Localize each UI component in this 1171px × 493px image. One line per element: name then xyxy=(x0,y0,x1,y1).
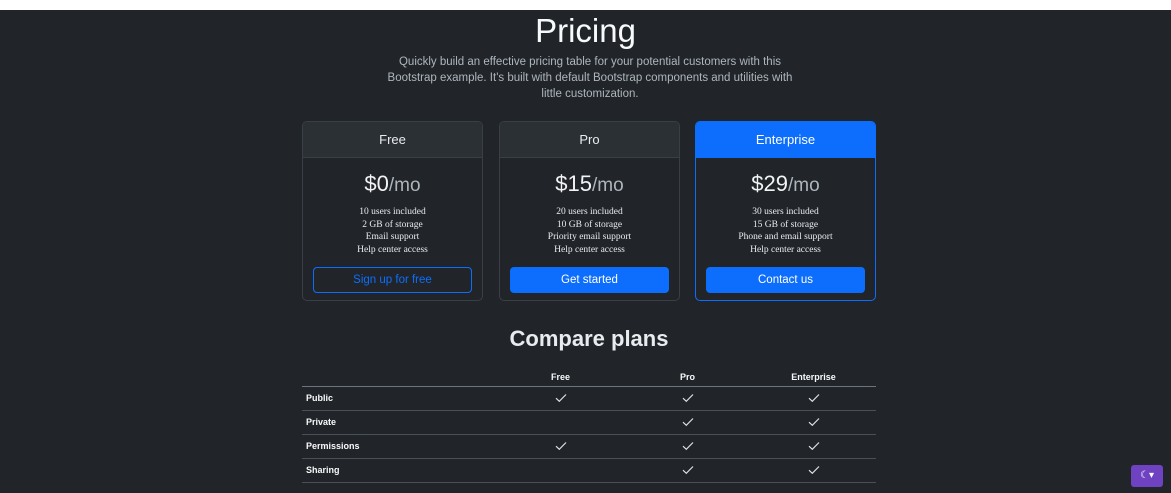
column-header xyxy=(302,368,497,387)
feature-item: Priority email support xyxy=(547,232,632,242)
sign-up-button[interactable]: Sign up for free xyxy=(313,267,472,293)
cell-free xyxy=(497,386,624,411)
cell-pro xyxy=(624,458,751,483)
pricing-page: Pricing Quickly build an effective prici… xyxy=(0,0,1171,493)
feature-label: Sharing xyxy=(302,458,497,483)
feature-label: Private xyxy=(302,410,497,435)
cell-enterprise xyxy=(751,458,876,483)
plan-card-enterprise: Enterprise $29/mo 30 users included 15 G… xyxy=(695,121,876,301)
compare-title: Compare plans xyxy=(509,326,669,351)
contact-us-button[interactable]: Contact us xyxy=(706,267,865,293)
feature-item: 10 users included xyxy=(359,207,426,217)
moon-icon: ☾ xyxy=(1140,470,1149,481)
feature-list: 10 users included 2 GB of storage Email … xyxy=(303,206,482,256)
feature-label: Public xyxy=(302,386,497,411)
feature-item: 20 users included xyxy=(556,207,623,217)
feature-label: Permissions xyxy=(302,434,497,459)
table-row: Public xyxy=(302,386,876,411)
cell-pro xyxy=(624,386,751,411)
plan-card-free: Free $0/mo 10 users included 2 GB of sto… xyxy=(302,121,483,301)
check-icon xyxy=(555,393,567,403)
price-period: /mo xyxy=(592,175,624,196)
cell-enterprise xyxy=(751,386,876,411)
check-icon xyxy=(682,465,694,475)
cell-pro xyxy=(624,434,751,459)
check-icon xyxy=(682,417,694,427)
check-icon xyxy=(808,417,820,427)
plan-price: $0/mo xyxy=(303,170,482,200)
table-header-row: Free Pro Enterprise xyxy=(302,368,876,387)
feature-item: Email support xyxy=(365,232,420,242)
feature-item: 2 GB of storage xyxy=(362,219,423,230)
plan-card-pro: Pro $15/mo 20 users included 10 GB of st… xyxy=(499,121,680,301)
feature-list: 30 users included 15 GB of storage Phone… xyxy=(696,206,875,256)
compare-table: Free Pro Enterprise Public Private Permiss… xyxy=(302,368,876,483)
cell-pro xyxy=(624,410,751,435)
get-started-button[interactable]: Get started xyxy=(510,267,669,293)
price-amount: $15 xyxy=(555,171,593,196)
feature-item: 10 GB of storage xyxy=(556,219,623,230)
plan-price: $15/mo xyxy=(500,170,679,200)
check-icon xyxy=(808,441,820,451)
chevron-down-icon: ▾ xyxy=(1148,470,1154,481)
column-header-enterprise: Enterprise xyxy=(751,368,876,387)
cell-free xyxy=(497,458,624,483)
cell-enterprise xyxy=(751,410,876,435)
cell-enterprise xyxy=(751,434,876,459)
plan-name: Free xyxy=(303,122,482,158)
top-strip xyxy=(0,0,1171,10)
table-row: Sharing xyxy=(302,458,876,483)
theme-toggle-button[interactable]: ☾▾ xyxy=(1131,465,1163,487)
plan-name: Pro xyxy=(500,122,679,158)
feature-item: 15 GB of storage xyxy=(752,219,819,230)
check-icon xyxy=(808,393,820,403)
page-lead: Quickly build an effective pricing table… xyxy=(387,56,793,100)
feature-item: Help center access xyxy=(554,244,625,255)
table-row: Permissions xyxy=(302,434,876,459)
feature-item: Help center access xyxy=(357,244,428,255)
plan-price: $29/mo xyxy=(696,170,875,200)
column-header-free: Free xyxy=(497,368,624,387)
table-row: Private xyxy=(302,410,876,435)
page-title: Pricing xyxy=(535,12,636,49)
check-icon xyxy=(682,393,694,403)
price-period: /mo xyxy=(388,175,421,196)
cell-free xyxy=(497,410,624,435)
check-icon xyxy=(682,441,694,451)
column-header-pro: Pro xyxy=(624,368,751,387)
check-icon xyxy=(555,441,567,451)
price-amount: $29 xyxy=(751,171,789,196)
feature-list: 20 users included 10 GB of storage Prior… xyxy=(500,206,679,256)
price-period: /mo xyxy=(788,175,820,196)
price-amount: $0 xyxy=(364,171,389,196)
feature-item: Help center access xyxy=(750,244,821,255)
feature-item: Phone and email support xyxy=(738,232,833,242)
feature-item: 30 users included xyxy=(752,207,819,217)
check-icon xyxy=(808,465,820,475)
plan-name: Enterprise xyxy=(696,122,875,158)
cell-free xyxy=(497,434,624,459)
